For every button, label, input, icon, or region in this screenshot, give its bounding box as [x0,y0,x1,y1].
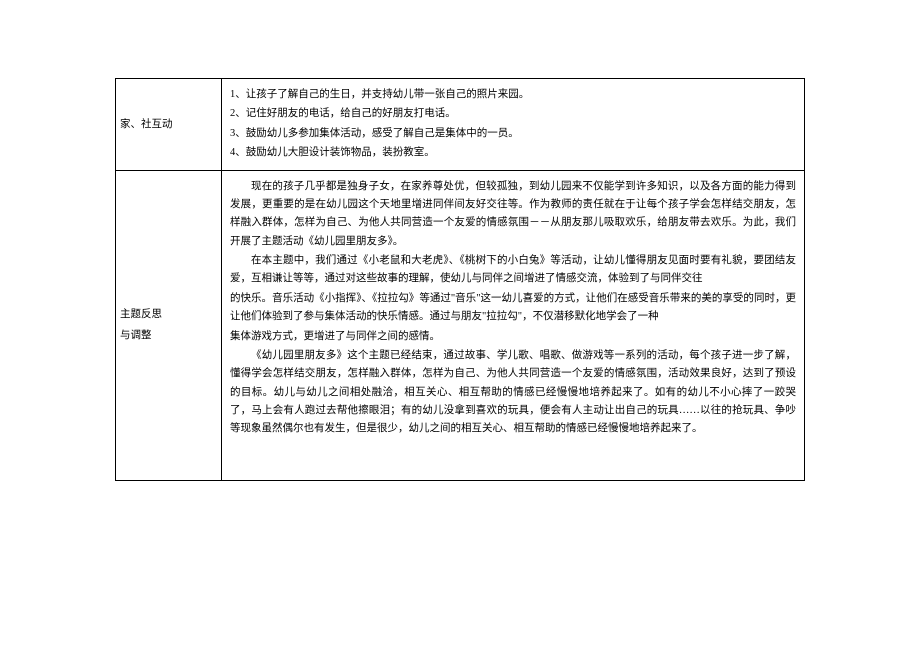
paragraph: 在本主题中，我们通过《小老鼠和大老虎》、《桃树下的小白兔》等活动，让幼儿懂得朋友… [230,252,796,289]
list-item: 1、让孩子了解自己的生日，并支持幼儿带一张自己的照片来园。 [230,86,796,104]
row-label-text-line2: 与调整 [120,325,215,346]
list-item: 4、鼓励幼儿大胆设计装饰物品，装扮教室。 [230,144,796,162]
row-label-cell: 家、社互动 [116,79,222,171]
row-label-cell: 主题反思 与调整 [116,170,222,480]
list-item: 2、记住好朋友的电话，给自己的好朋友打电话。 [230,105,796,123]
paragraph: 《幼儿园里朋友多》这个主题已经结束，通过故事、学儿歌、唱歌、做游戏等一系列的活动… [230,347,796,439]
paragraph: 现在的孩子几乎都是独身子女，在家养尊处优，但较孤独，到幼儿园来不仅能学到许多知识… [230,178,796,252]
row-content-cell: 1、让孩子了解自己的生日，并支持幼儿带一张自己的照片来园。 2、记住好朋友的电话… [222,79,805,171]
paragraph: 的快乐。音乐活动《小指挥》、《拉拉勾》等通过"音乐"这一幼儿喜爱的方式，让他们在… [230,290,796,327]
table-row: 家、社互动 1、让孩子了解自己的生日，并支持幼儿带一张自己的照片来园。 2、记住… [116,79,805,171]
document-table: 家、社互动 1、让孩子了解自己的生日，并支持幼儿带一张自己的照片来园。 2、记住… [115,78,805,481]
table-row: 主题反思 与调整 现在的孩子几乎都是独身子女，在家养尊处优，但较孤独，到幼儿园来… [116,170,805,480]
row-label-text: 家、社互动 [120,114,215,135]
row-label-text-line1: 主题反思 [120,304,215,325]
row-content-cell: 现在的孩子几乎都是独身子女，在家养尊处优，但较孤独，到幼儿园来不仅能学到许多知识… [222,170,805,480]
list-item: 3、鼓励幼儿多参加集体活动，感受了解自己是集体中的一员。 [230,125,796,143]
paragraph: 集体游戏方式，更增进了与同伴之间的感情。 [230,328,796,346]
